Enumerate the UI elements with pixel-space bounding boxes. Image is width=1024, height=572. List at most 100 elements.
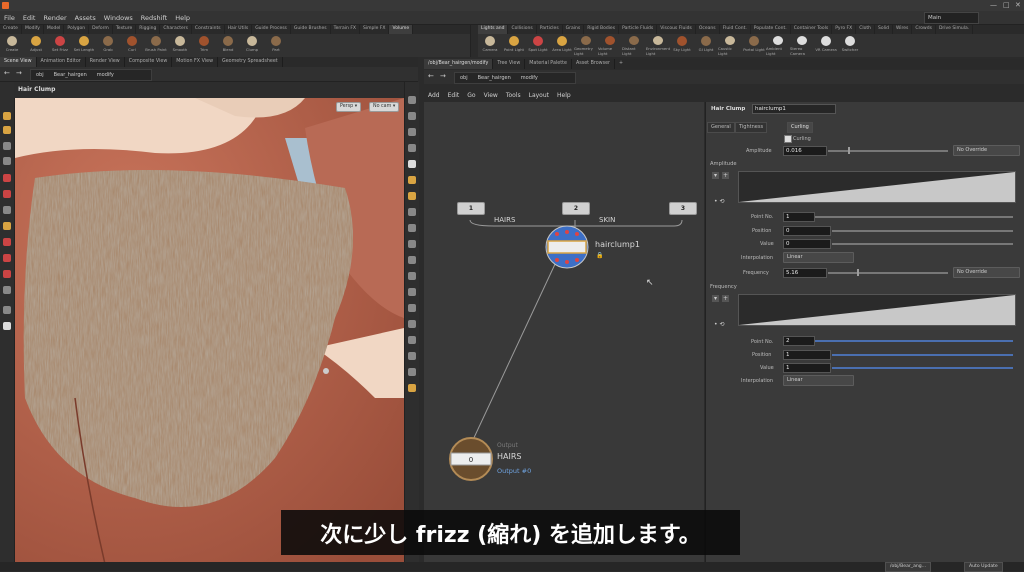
ramp1-point-field[interactable]: 1	[783, 212, 815, 222]
shelf-right-tab-5[interactable]: Particle Fluids	[619, 25, 658, 34]
select-tool-icon[interactable]	[3, 112, 11, 120]
snap-tool-icon[interactable]	[3, 254, 11, 262]
shelf-left-tool-4[interactable]: Grab	[96, 36, 120, 56]
net-path-geo[interactable]: Bear_hairgen	[478, 75, 511, 81]
shelf-left-tool-5[interactable]: Curl	[120, 36, 144, 56]
shelf-right-tab-6[interactable]: Viscous Fluids	[657, 25, 696, 34]
path-obj[interactable]: obj	[36, 72, 44, 78]
tab-material-palette[interactable]: Material Palette	[525, 59, 572, 69]
flipbook-icon[interactable]	[408, 320, 416, 328]
shelf-left-tab-12[interactable]: Terrain FX	[331, 25, 360, 34]
shelf-right-tool-6[interactable]: Distant Light	[622, 36, 646, 56]
ramp1-position-slider[interactable]	[832, 230, 1013, 232]
shelf-right-tab-15[interactable]: Crowds	[912, 25, 936, 34]
shelf-right-tool-4[interactable]: Geometry Light	[574, 36, 598, 56]
ramp2-position-field[interactable]: 1	[783, 350, 831, 360]
shelf-right-tool-13[interactable]: Stereo Camera	[790, 36, 814, 56]
shelf-right-tool-14[interactable]: VR Camera	[814, 36, 838, 56]
net-back-arrow-icon[interactable]: ←	[428, 72, 434, 80]
net-menu-tools[interactable]: Tools	[502, 92, 525, 99]
ramp2-point-slider[interactable]	[815, 340, 1013, 342]
wireframe-icon[interactable]	[408, 224, 416, 232]
shelf-left-tool-11[interactable]: Part	[264, 36, 288, 56]
shelf-right-tab-12[interactable]: Cloth	[856, 25, 875, 34]
net-menu-edit[interactable]: Edit	[444, 92, 464, 99]
shelf-left-tab-7[interactable]: Characters	[160, 25, 192, 34]
light-tool-icon[interactable]	[3, 322, 11, 330]
shelf-left-tab-14[interactable]: Volume	[389, 25, 414, 34]
ghost-icon[interactable]	[408, 176, 416, 184]
shelf-right-tab-14[interactable]: Wires	[893, 25, 913, 34]
shelf-right-tab-13[interactable]: Solid	[875, 25, 893, 34]
net-menu-go[interactable]: Go	[463, 92, 479, 99]
frame-view-icon[interactable]	[408, 128, 416, 136]
net-menu-view[interactable]: View	[480, 92, 502, 99]
tab-motion-fx-view[interactable]: Motion FX View	[172, 57, 218, 67]
shelf-left-tool-9[interactable]: Blend	[216, 36, 240, 56]
shelf-right-tool-3[interactable]: Area Light	[550, 36, 574, 56]
shelf-left-tab-8[interactable]: Constraints	[192, 25, 225, 34]
shelf-left-tab-13[interactable]: Simple FX	[360, 25, 390, 34]
curling-checkbox[interactable]	[784, 135, 792, 143]
grab-tool-icon[interactable]	[3, 270, 11, 278]
camera-view-icon[interactable]	[408, 352, 416, 360]
amplitude-slider[interactable]	[828, 150, 948, 152]
shelf-left-tab-1[interactable]: Modify	[22, 25, 44, 34]
no-cam-button[interactable]: No cam ▾	[369, 102, 400, 112]
points-display-icon[interactable]	[408, 192, 416, 200]
ramp1-menu-icon[interactable]: • ⟲	[714, 198, 724, 205]
3d-viewport[interactable]	[15, 98, 404, 564]
amplitude-override-select[interactable]: No Override	[953, 145, 1020, 156]
net-menu-help[interactable]: Help	[553, 92, 575, 99]
render-icon[interactable]	[408, 336, 416, 344]
camera-tool-icon[interactable]	[3, 306, 11, 314]
pose-tool-icon[interactable]	[3, 190, 11, 198]
menu-file[interactable]: File	[0, 14, 19, 22]
ramp2-position-slider[interactable]	[832, 354, 1013, 356]
shelf-left-tab-5[interactable]: Texture	[113, 25, 137, 34]
shelf-left-tab-9[interactable]: Hair Utils	[225, 25, 253, 34]
ramp2-point-field[interactable]: 2	[783, 336, 815, 346]
net-menu-add[interactable]: Add	[424, 92, 444, 99]
shelf-right-tool-5[interactable]: Volume Light	[598, 36, 622, 56]
tab-asset-browser[interactable]: Asset Browser	[572, 59, 616, 69]
net-path-obj[interactable]: obj	[460, 75, 468, 81]
amplitude-ramp[interactable]	[738, 171, 1016, 203]
stereo-icon[interactable]	[408, 368, 416, 376]
frequency-slider[interactable]	[828, 272, 948, 274]
ramp1-collapse-icon[interactable]: ▾	[712, 172, 719, 179]
shelf-left-tool-1[interactable]: Adjust	[24, 36, 48, 56]
back-arrow-icon[interactable]: ←	[4, 69, 10, 77]
tab-geometry-spreadsheet[interactable]: Geometry Spreadsheet	[218, 57, 283, 67]
add-tab-icon[interactable]: +	[615, 59, 627, 69]
tab-scene-view[interactable]: Scene View	[0, 57, 37, 67]
shelf-right-tool-12[interactable]: Ambient Light	[766, 36, 790, 56]
ramp2-add-icon[interactable]: +	[722, 295, 729, 302]
forward-arrow-icon[interactable]: →	[16, 69, 22, 77]
ramp2-interp-select[interactable]: Linear	[783, 375, 854, 386]
shelf-left-tab-2[interactable]: Model	[44, 25, 65, 34]
net-path-node[interactable]: modify	[521, 75, 538, 81]
input-2[interactable]: 2	[562, 202, 590, 215]
shelf-left-tab-4[interactable]: Deform	[89, 25, 113, 34]
shelf-left-tool-3[interactable]: Set Length	[72, 36, 96, 56]
rotate-tool-icon[interactable]	[3, 142, 11, 150]
amplitude-slider-handle[interactable]	[848, 147, 850, 154]
display-options-icon[interactable]	[408, 144, 416, 152]
tab-general[interactable]: General	[707, 122, 735, 133]
shelf-right-tool-10[interactable]: Caustic Light	[718, 36, 742, 56]
menu-windows[interactable]: Windows	[100, 14, 137, 22]
amplitude-field[interactable]: 0.016	[783, 146, 827, 156]
shelf-right-tool-15[interactable]: Switcher	[838, 36, 862, 56]
tab-network[interactable]: /obj/Bear_hairgen/modify	[424, 59, 494, 69]
shelf-left-tab-0[interactable]: Create	[0, 25, 22, 34]
output-node-icon[interactable]: 0	[446, 436, 496, 482]
move-tool-icon[interactable]	[3, 126, 11, 134]
frequency-slider-handle[interactable]	[857, 269, 859, 276]
shelf-right-tab-11[interactable]: Pyro FX	[832, 25, 857, 34]
ramp1-position-field[interactable]: 0	[783, 226, 831, 236]
parm-node-name[interactable]: hairclump1	[752, 104, 836, 114]
view-tool-icon[interactable]	[3, 206, 11, 214]
shelf-right-tab-7[interactable]: Oceans	[696, 25, 720, 34]
background-icon[interactable]	[408, 304, 416, 312]
